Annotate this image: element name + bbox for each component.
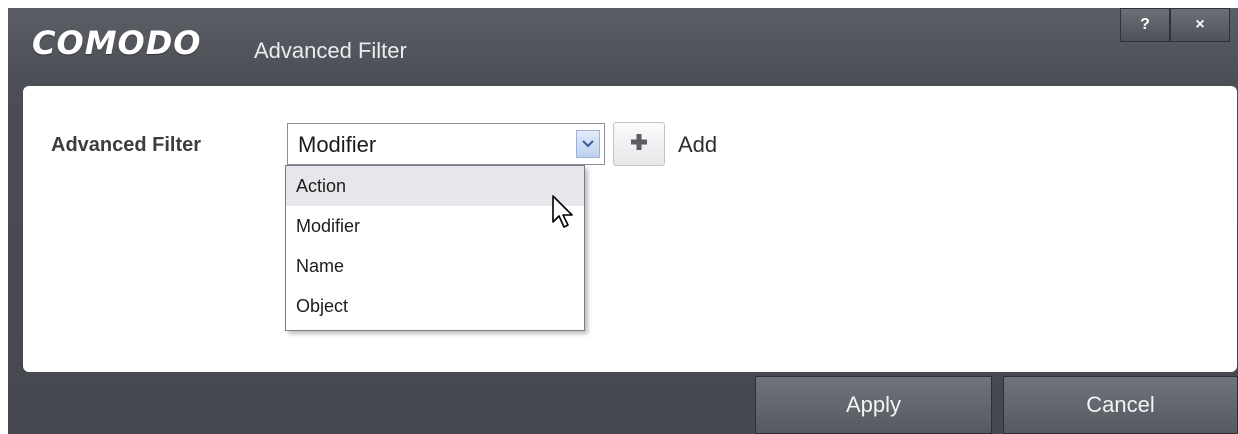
select-value: Modifier: [298, 132, 377, 157]
dropdown-option-modifier[interactable]: Modifier: [286, 206, 584, 246]
dropdown-option-action[interactable]: Action: [286, 166, 584, 206]
dropdown-option-object[interactable]: Object: [286, 286, 584, 326]
filter-panel: Advanced Filter Modifier Action Modifier…: [23, 86, 1237, 372]
cancel-button[interactable]: Cancel: [1003, 376, 1238, 434]
filter-label: Advanced Filter: [51, 134, 202, 156]
filter-type-dropdown: Action Modifier Name Object: [285, 165, 585, 331]
apply-button[interactable]: Apply: [755, 376, 992, 434]
help-button[interactable]: ?: [1120, 8, 1170, 42]
window-title: Advanced Filter: [254, 38, 407, 63]
close-icon: ×: [1195, 16, 1205, 33]
dropdown-option-name[interactable]: Name: [286, 246, 584, 286]
advanced-filter-dialog: COMODO Advanced Filter ? × Advanced Filt…: [8, 8, 1238, 434]
plus-icon: [630, 133, 648, 156]
mouse-pointer-icon: [551, 194, 575, 235]
comodo-logo: COMODO: [32, 24, 202, 62]
add-filter-button[interactable]: [613, 122, 665, 166]
chevron-down-icon[interactable]: [576, 130, 600, 158]
help-icon: ?: [1140, 16, 1150, 33]
filter-type-select[interactable]: Modifier: [287, 123, 605, 165]
title-bar: COMODO Advanced Filter ? ×: [8, 8, 1238, 82]
add-label[interactable]: Add: [678, 132, 717, 158]
close-button[interactable]: ×: [1170, 8, 1230, 42]
